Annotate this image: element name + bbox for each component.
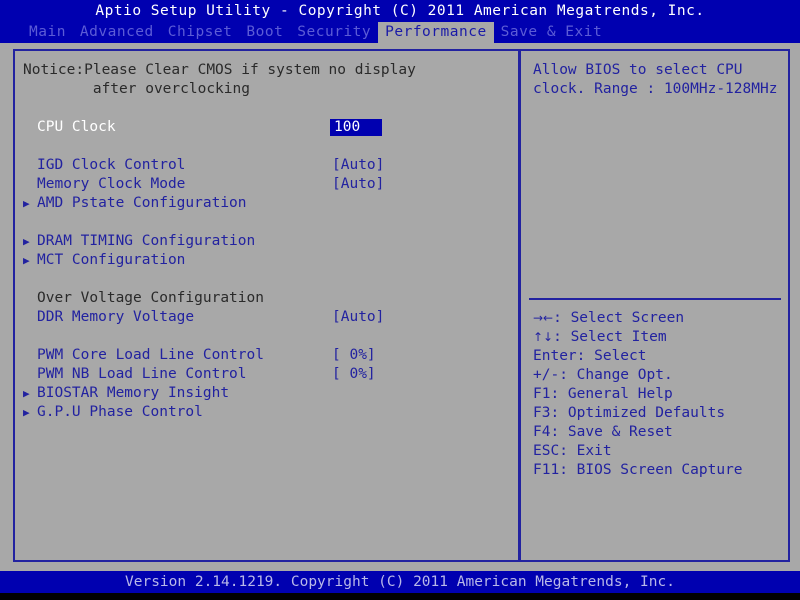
key-name: F11 xyxy=(533,462,560,478)
key-action-label: : General Help xyxy=(550,386,673,402)
menu-tab-advanced[interactable]: Advanced xyxy=(73,22,161,43)
key-name: F1 xyxy=(533,386,551,402)
setting-row-ddr-memory-voltage[interactable]: DDR Memory Voltage [Auto] xyxy=(23,308,513,327)
setting-label-g-p-u-phase-control: G.P.U Phase Control xyxy=(37,404,203,420)
menu-tab-main[interactable]: Main xyxy=(22,22,73,43)
setting-value-pwm-core-load-line-control[interactable]: [ 0%] xyxy=(332,346,376,365)
submenu-row-biostar-memory-insight[interactable]: ▶ BIOSTAR Memory Insight xyxy=(23,384,513,403)
setting-label-dram-timing-configuration: DRAM TIMING Configuration xyxy=(37,233,256,249)
setting-label-biostar-memory-insight: BIOSTAR Memory Insight xyxy=(37,385,230,401)
menu-bar: Main Advanced Chipset Boot Security Performan… xyxy=(0,22,800,43)
setting-value-igd-clock-control[interactable]: [Auto] xyxy=(332,156,384,175)
menu-tab-performance[interactable]: Performance xyxy=(378,22,494,43)
setting-label-ddr-memory-voltage: DDR Memory Voltage xyxy=(37,309,195,325)
submenu-arrow-icon: ▶ xyxy=(23,235,30,248)
key-name: +/- xyxy=(533,367,560,383)
setting-label-over-voltage-configuration: Over Voltage Configuration xyxy=(37,290,264,306)
setting-value-memory-clock-mode[interactable]: [Auto] xyxy=(332,175,384,194)
setting-row-pwm-nb-load-line-control[interactable]: PWM NB Load Line Control [ 0%] xyxy=(23,365,513,384)
submenu-arrow-icon: ▶ xyxy=(23,197,30,210)
menu-tab-security[interactable]: Security xyxy=(290,22,378,43)
key-legend-change-opt: +/-: Change Opt. xyxy=(533,366,783,385)
setting-row-pwm-core-load-line-control[interactable]: PWM Core Load Line Control [ 0%] xyxy=(23,346,513,365)
setting-label-amd-pstate-configuration: AMD Pstate Configuration xyxy=(37,195,247,211)
menu-tab-boot[interactable]: Boot xyxy=(239,22,290,43)
submenu-row-dram-timing-configuration[interactable]: ▶ DRAM TIMING Configuration xyxy=(23,232,513,251)
setting-label-igd-clock-control: IGD Clock Control xyxy=(37,157,186,173)
title-bar: Aptio Setup Utility - Copyright (C) 2011… xyxy=(0,0,800,22)
setting-value-pwm-nb-load-line-control[interactable]: [ 0%] xyxy=(332,365,376,384)
bios-setup-screen: Aptio Setup Utility - Copyright (C) 2011… xyxy=(0,0,800,600)
cpu-clock-input[interactable]: 100 xyxy=(330,119,382,136)
setting-row-cpu-clock[interactable]: CPU Clock 100 xyxy=(23,118,513,137)
main-settings-panel: Notice:Please Clear CMOS if system no di… xyxy=(13,49,518,562)
setting-label-cpu-clock: CPU Clock xyxy=(37,119,116,135)
key-name: ESC xyxy=(533,443,560,459)
key-legend-list: →←: Select Screen ↑↓: Select Item Enter: S… xyxy=(533,309,783,480)
submenu-arrow-icon: ▶ xyxy=(23,254,30,267)
settings-list: Notice:Please Clear CMOS if system no di… xyxy=(23,61,513,422)
setting-rows: IGD Clock Control [Auto] Memory Clock Mode… xyxy=(23,156,513,422)
submenu-row-mct-configuration[interactable]: ▶ MCT Configuration xyxy=(23,251,513,270)
key-action-label: : Select Screen xyxy=(553,310,685,326)
key-legend-select-screen: →←: Select Screen xyxy=(533,309,783,328)
setting-value-ddr-memory-voltage[interactable]: [Auto] xyxy=(332,308,384,327)
submenu-arrow-icon: ▶ xyxy=(23,406,30,419)
key-name: Enter xyxy=(533,348,577,364)
key-action-label: : Select xyxy=(576,348,647,364)
menu-tab-chipset[interactable]: Chipset xyxy=(161,22,240,43)
notice-line-1: Notice:Please Clear CMOS if system no di… xyxy=(23,62,416,78)
setting-row-memory-clock-mode[interactable]: Memory Clock Mode [Auto] xyxy=(23,175,513,194)
arrow-keys-icon: ↑↓ xyxy=(533,330,554,344)
submenu-arrow-icon: ▶ xyxy=(23,387,30,400)
notice-line-2: after overclocking xyxy=(23,81,250,97)
setting-label-pwm-core-load-line-control: PWM Core Load Line Control xyxy=(37,347,264,363)
key-legend-general-help: F1: General Help xyxy=(533,385,783,404)
key-legend-select-item: ↑↓: Select Item xyxy=(533,328,783,347)
footer-bar: Version 2.14.1219. Copyright (C) 2011 Am… xyxy=(0,571,800,593)
key-action-label: : Select Item xyxy=(553,329,667,345)
help-panel: Allow BIOS to select CPU clock. Range : … xyxy=(518,49,790,562)
setting-row-igd-clock-control[interactable]: IGD Clock Control [Auto] xyxy=(23,156,513,175)
key-action-label: : Save & Reset xyxy=(550,424,673,440)
key-legend-save-reset: F4: Save & Reset xyxy=(533,423,783,442)
help-description: Allow BIOS to select CPU clock. Range : … xyxy=(533,62,778,97)
key-name: F4 xyxy=(533,424,551,440)
key-action-label: : Optimized Defaults xyxy=(550,405,726,421)
menu-tab-save-exit[interactable]: Save & Exit xyxy=(494,22,610,43)
setting-label-pwm-nb-load-line-control: PWM NB Load Line Control xyxy=(37,366,247,382)
key-legend-exit: ESC: Exit xyxy=(533,442,783,461)
arrow-keys-icon: →← xyxy=(533,311,554,325)
key-name: F3 xyxy=(533,405,551,421)
setting-label-memory-clock-mode: Memory Clock Mode xyxy=(37,176,186,192)
submenu-row-g-p-u-phase-control[interactable]: ▶ G.P.U Phase Control xyxy=(23,403,513,422)
key-legend-bios-screen-capture: F11: BIOS Screen Capture xyxy=(533,461,783,480)
help-divider xyxy=(529,298,781,300)
setting-label-mct-configuration: MCT Configuration xyxy=(37,252,186,268)
key-action-label: : Exit xyxy=(559,443,612,459)
key-legend-select: Enter: Select xyxy=(533,347,783,366)
key-action-label: : BIOS Screen Capture xyxy=(559,462,743,478)
submenu-row-amd-pstate-configuration[interactable]: ▶ AMD Pstate Configuration xyxy=(23,194,513,213)
setting-row-over-voltage-configuration: Over Voltage Configuration xyxy=(23,289,513,308)
body-area: Notice:Please Clear CMOS if system no di… xyxy=(0,43,800,571)
key-legend-optimized-defaults: F3: Optimized Defaults xyxy=(533,404,783,423)
key-action-label: : Change Opt. xyxy=(559,367,673,383)
